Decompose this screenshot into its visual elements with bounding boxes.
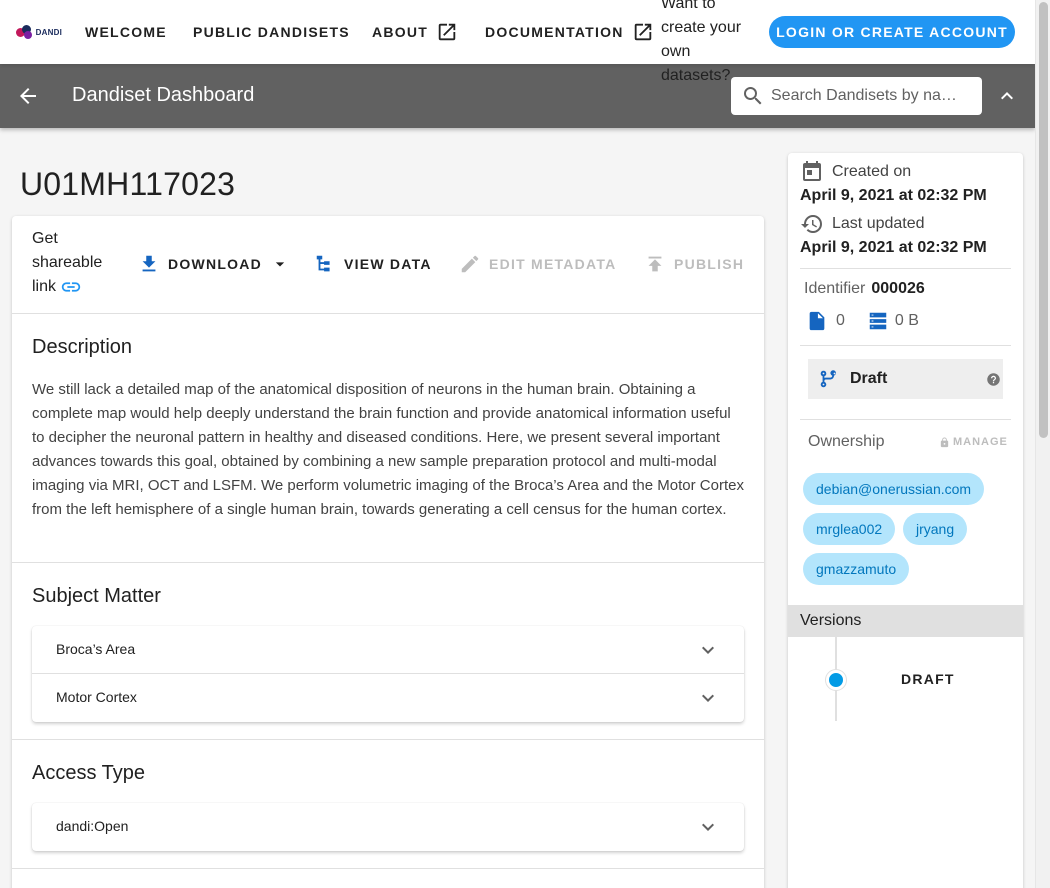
file-tree-icon	[316, 255, 330, 272]
subject-matter-item-label: Motor Cortex	[56, 689, 137, 705]
divider	[800, 345, 1011, 346]
search-box[interactable]	[731, 77, 982, 115]
nav-public-dandisets[interactable]: Public Dandisets	[193, 22, 350, 42]
open-in-new-icon	[438, 23, 456, 41]
identifier-row: Identifier 000026	[804, 280, 925, 298]
help-circle-icon[interactable]	[986, 372, 1001, 387]
shareable-link-button[interactable]: Get shareable link	[32, 227, 112, 299]
dandi-logo-icon	[16, 25, 33, 39]
arrow-left-icon[interactable]	[16, 84, 40, 108]
action-bar: Get shareable link Download View Data Ed…	[12, 216, 764, 314]
access-type-item-label: dandi:Open	[56, 818, 129, 834]
create-datasets-prompt: Want to create your own datasets?	[661, 0, 742, 84]
subject-matter-item[interactable]: Motor Cortex	[32, 674, 744, 722]
top-nav: DANDI Welcome Public Dandisets About Doc…	[0, 0, 1035, 84]
access-type-panels: dandi:Open	[32, 803, 744, 851]
chevron-up-icon[interactable]	[995, 84, 1019, 108]
chevron-down-icon	[702, 823, 714, 831]
dandiset-info-card: Created on April 9, 2021 at 02:32 PM Las…	[788, 153, 1023, 888]
identifier-label: Identifier	[804, 280, 866, 297]
nav-documentation[interactable]: Documentation	[485, 22, 654, 42]
nav-public-dandisets-label: Public Dandisets	[193, 24, 350, 40]
page-title: Dandiset Dashboard	[72, 84, 255, 106]
publish-label: Publish	[674, 256, 745, 272]
subject-matter-panels: Broca’s Area Motor Cortex	[32, 626, 744, 722]
chevron-down-icon	[702, 646, 714, 654]
upload-icon	[648, 256, 662, 272]
stats-row: 0 0 B	[806, 310, 919, 332]
updated-value: April 9, 2021 at 02:32 PM	[800, 239, 987, 256]
manage-owners-button[interactable]: Manage	[939, 436, 1008, 448]
versions-heading: Versions	[788, 605, 1023, 637]
identifier-value: 000026	[871, 280, 925, 297]
owner-chip[interactable]: gmazzamuto	[803, 553, 910, 585]
owner-chip-label: mrglea002	[816, 521, 883, 537]
login-button-label: Login or Create Account	[776, 24, 1008, 40]
owner-chip-label: gmazzamuto	[816, 561, 897, 577]
menu-down-icon	[275, 262, 285, 267]
description-heading: Description	[32, 336, 133, 358]
search-input[interactable]	[771, 87, 961, 105]
owner-chip-label: jryang	[916, 521, 955, 537]
download-button[interactable]: Download	[138, 252, 290, 276]
view-data-label: View Data	[344, 256, 432, 272]
page-scrollbar[interactable]	[1035, 0, 1050, 888]
updated-label: Last updated	[832, 215, 925, 232]
publish-button[interactable]: Publish	[644, 252, 744, 276]
created-label: Created on	[832, 163, 912, 180]
nav-welcome[interactable]: Welcome	[85, 22, 167, 42]
database-icon	[869, 312, 887, 330]
chevron-down-icon	[702, 694, 714, 702]
nav-about-label: About	[372, 24, 429, 40]
total-size: 0 B	[894, 312, 919, 329]
history-icon	[801, 215, 822, 233]
scrollbar-thumb[interactable]	[1039, 2, 1048, 438]
ownership-label: Ownership	[808, 433, 885, 450]
access-type-section: Access Type dandi:Open	[12, 740, 764, 869]
subject-matter-section: Subject Matter Broca’s Area Motor Cortex	[12, 563, 764, 740]
dandiset-main-card: Get shareable link Download View Data Ed…	[12, 216, 764, 888]
source-branch-icon	[820, 370, 836, 388]
edit-metadata-label: Edit Metadata	[489, 256, 617, 272]
owner-chip-label: debian@onerussian.com	[816, 481, 972, 497]
link-icon	[62, 282, 81, 292]
owner-chip[interactable]: jryang	[903, 513, 968, 545]
logo-text: DANDI	[35, 27, 62, 37]
status-label: Draft	[850, 370, 888, 387]
nav-welcome-label: Welcome	[85, 24, 167, 40]
subject-matter-heading: Subject Matter	[32, 585, 161, 607]
owner-chip[interactable]: debian@onerussian.com	[803, 473, 985, 505]
access-type-item[interactable]: dandi:Open	[32, 803, 744, 851]
divider	[800, 419, 1011, 420]
file-icon	[809, 311, 825, 331]
file-count: 0	[836, 312, 845, 329]
updated-row: Last updated	[800, 212, 925, 236]
pencil-icon	[461, 255, 479, 273]
view-data-button[interactable]: View Data	[314, 252, 432, 276]
version-status: Draft	[808, 359, 1003, 399]
nav-about[interactable]: About	[372, 22, 458, 42]
created-row: Created on	[800, 160, 911, 184]
dashboard-app-bar: Dandiset Dashboard	[0, 64, 1035, 128]
timeline-dot	[826, 670, 846, 690]
dandi-logo[interactable]: DANDI	[16, 22, 62, 42]
download-label: Download	[168, 256, 262, 272]
edit-metadata-button[interactable]: Edit Metadata	[459, 252, 616, 276]
version-draft-button[interactable]: Draft	[901, 671, 955, 687]
nav-documentation-label: Documentation	[485, 24, 624, 40]
dandiset-title: U01MH117023	[20, 166, 236, 202]
subject-matter-item-label: Broca’s Area	[56, 641, 136, 657]
open-in-new-icon	[634, 23, 651, 41]
login-button[interactable]: Login or Create Account	[769, 16, 1015, 48]
subject-matter-item[interactable]: Broca’s Area	[32, 626, 744, 674]
calendar-icon	[803, 161, 821, 181]
created-value: April 9, 2021 at 02:32 PM	[800, 187, 987, 204]
access-type-heading: Access Type	[32, 762, 146, 784]
manage-label: Manage	[953, 436, 1008, 448]
divider	[800, 268, 1011, 269]
description-text: We still lack a detailed map of the anat…	[32, 381, 744, 518]
lock-icon	[940, 436, 949, 447]
download-icon	[142, 255, 156, 272]
owner-chip[interactable]: mrglea002	[803, 513, 896, 545]
